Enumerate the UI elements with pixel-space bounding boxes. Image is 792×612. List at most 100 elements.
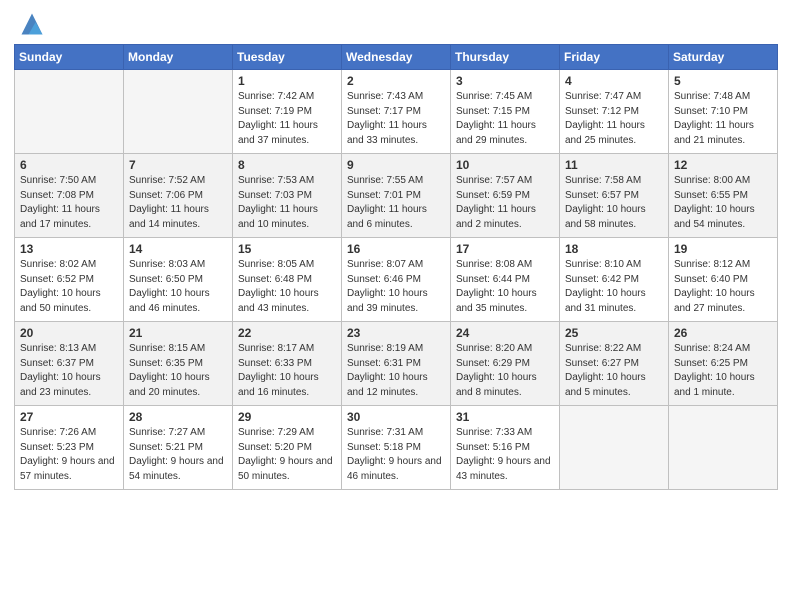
day-info: Sunrise: 7:48 AM Sunset: 7:10 PM Dayligh… <box>674 90 772 148</box>
day-number: 16 <box>347 242 445 256</box>
calendar-cell: 15 Sunrise: 8:05 AM Sunset: 6:48 PM Dayl… <box>233 238 342 322</box>
day-number: 5 <box>674 74 772 88</box>
calendar-cell: 21 Sunrise: 8:15 AM Sunset: 6:35 PM Dayl… <box>124 322 233 406</box>
calendar-cell: 3 Sunrise: 7:45 AM Sunset: 7:15 PM Dayli… <box>451 70 560 154</box>
day-info: Sunrise: 8:15 AM Sunset: 6:35 PM Dayligh… <box>129 342 227 400</box>
day-number: 31 <box>456 410 554 424</box>
week-row-3: 13 Sunrise: 8:02 AM Sunset: 6:52 PM Dayl… <box>15 238 778 322</box>
day-number: 13 <box>20 242 118 256</box>
day-info: Sunrise: 8:00 AM Sunset: 6:55 PM Dayligh… <box>674 174 772 232</box>
weekday-header-tuesday: Tuesday <box>233 45 342 70</box>
day-info: Sunrise: 8:19 AM Sunset: 6:31 PM Dayligh… <box>347 342 445 400</box>
calendar-cell <box>560 406 669 490</box>
day-number: 21 <box>129 326 227 340</box>
calendar-cell: 12 Sunrise: 8:00 AM Sunset: 6:55 PM Dayl… <box>669 154 778 238</box>
day-number: 12 <box>674 158 772 172</box>
day-number: 14 <box>129 242 227 256</box>
calendar-cell: 20 Sunrise: 8:13 AM Sunset: 6:37 PM Dayl… <box>15 322 124 406</box>
weekday-row: SundayMondayTuesdayWednesdayThursdayFrid… <box>15 45 778 70</box>
logo <box>14 10 46 38</box>
calendar-cell: 16 Sunrise: 8:07 AM Sunset: 6:46 PM Dayl… <box>342 238 451 322</box>
calendar-cell: 19 Sunrise: 8:12 AM Sunset: 6:40 PM Dayl… <box>669 238 778 322</box>
calendar-cell: 11 Sunrise: 7:58 AM Sunset: 6:57 PM Dayl… <box>560 154 669 238</box>
day-number: 23 <box>347 326 445 340</box>
page: SundayMondayTuesdayWednesdayThursdayFrid… <box>0 0 792 612</box>
day-info: Sunrise: 8:07 AM Sunset: 6:46 PM Dayligh… <box>347 258 445 316</box>
weekday-header-monday: Monday <box>124 45 233 70</box>
day-number: 9 <box>347 158 445 172</box>
day-info: Sunrise: 8:12 AM Sunset: 6:40 PM Dayligh… <box>674 258 772 316</box>
day-info: Sunrise: 8:03 AM Sunset: 6:50 PM Dayligh… <box>129 258 227 316</box>
calendar-cell: 10 Sunrise: 7:57 AM Sunset: 6:59 PM Dayl… <box>451 154 560 238</box>
day-info: Sunrise: 7:45 AM Sunset: 7:15 PM Dayligh… <box>456 90 554 148</box>
day-number: 17 <box>456 242 554 256</box>
week-row-4: 20 Sunrise: 8:13 AM Sunset: 6:37 PM Dayl… <box>15 322 778 406</box>
day-number: 11 <box>565 158 663 172</box>
calendar-cell: 9 Sunrise: 7:55 AM Sunset: 7:01 PM Dayli… <box>342 154 451 238</box>
calendar-cell: 27 Sunrise: 7:26 AM Sunset: 5:23 PM Dayl… <box>15 406 124 490</box>
day-number: 19 <box>674 242 772 256</box>
calendar-cell: 13 Sunrise: 8:02 AM Sunset: 6:52 PM Dayl… <box>15 238 124 322</box>
weekday-header-thursday: Thursday <box>451 45 560 70</box>
calendar-cell: 14 Sunrise: 8:03 AM Sunset: 6:50 PM Dayl… <box>124 238 233 322</box>
day-info: Sunrise: 7:26 AM Sunset: 5:23 PM Dayligh… <box>20 426 118 484</box>
day-info: Sunrise: 7:27 AM Sunset: 5:21 PM Dayligh… <box>129 426 227 484</box>
day-number: 26 <box>674 326 772 340</box>
day-number: 7 <box>129 158 227 172</box>
day-number: 3 <box>456 74 554 88</box>
day-number: 4 <box>565 74 663 88</box>
day-info: Sunrise: 7:50 AM Sunset: 7:08 PM Dayligh… <box>20 174 118 232</box>
header <box>14 10 778 38</box>
week-row-1: 1 Sunrise: 7:42 AM Sunset: 7:19 PM Dayli… <box>15 70 778 154</box>
day-info: Sunrise: 7:42 AM Sunset: 7:19 PM Dayligh… <box>238 90 336 148</box>
week-row-2: 6 Sunrise: 7:50 AM Sunset: 7:08 PM Dayli… <box>15 154 778 238</box>
calendar-cell: 4 Sunrise: 7:47 AM Sunset: 7:12 PM Dayli… <box>560 70 669 154</box>
calendar-header: SundayMondayTuesdayWednesdayThursdayFrid… <box>15 45 778 70</box>
day-number: 15 <box>238 242 336 256</box>
day-number: 8 <box>238 158 336 172</box>
day-number: 30 <box>347 410 445 424</box>
day-info: Sunrise: 7:43 AM Sunset: 7:17 PM Dayligh… <box>347 90 445 148</box>
day-info: Sunrise: 8:10 AM Sunset: 6:42 PM Dayligh… <box>565 258 663 316</box>
day-number: 10 <box>456 158 554 172</box>
day-number: 18 <box>565 242 663 256</box>
day-number: 27 <box>20 410 118 424</box>
calendar-body: 1 Sunrise: 7:42 AM Sunset: 7:19 PM Dayli… <box>15 70 778 490</box>
day-info: Sunrise: 8:13 AM Sunset: 6:37 PM Dayligh… <box>20 342 118 400</box>
calendar-cell: 29 Sunrise: 7:29 AM Sunset: 5:20 PM Dayl… <box>233 406 342 490</box>
calendar-cell: 26 Sunrise: 8:24 AM Sunset: 6:25 PM Dayl… <box>669 322 778 406</box>
day-number: 2 <box>347 74 445 88</box>
day-number: 25 <box>565 326 663 340</box>
day-info: Sunrise: 8:20 AM Sunset: 6:29 PM Dayligh… <box>456 342 554 400</box>
calendar-cell: 31 Sunrise: 7:33 AM Sunset: 5:16 PM Dayl… <box>451 406 560 490</box>
calendar-cell: 7 Sunrise: 7:52 AM Sunset: 7:06 PM Dayli… <box>124 154 233 238</box>
calendar-cell: 1 Sunrise: 7:42 AM Sunset: 7:19 PM Dayli… <box>233 70 342 154</box>
weekday-header-friday: Friday <box>560 45 669 70</box>
calendar-cell: 30 Sunrise: 7:31 AM Sunset: 5:18 PM Dayl… <box>342 406 451 490</box>
calendar-cell: 25 Sunrise: 8:22 AM Sunset: 6:27 PM Dayl… <box>560 322 669 406</box>
weekday-header-sunday: Sunday <box>15 45 124 70</box>
day-info: Sunrise: 7:33 AM Sunset: 5:16 PM Dayligh… <box>456 426 554 484</box>
day-info: Sunrise: 7:52 AM Sunset: 7:06 PM Dayligh… <box>129 174 227 232</box>
day-info: Sunrise: 8:22 AM Sunset: 6:27 PM Dayligh… <box>565 342 663 400</box>
day-info: Sunrise: 7:31 AM Sunset: 5:18 PM Dayligh… <box>347 426 445 484</box>
calendar-cell: 18 Sunrise: 8:10 AM Sunset: 6:42 PM Dayl… <box>560 238 669 322</box>
calendar-cell <box>669 406 778 490</box>
calendar-cell: 5 Sunrise: 7:48 AM Sunset: 7:10 PM Dayli… <box>669 70 778 154</box>
calendar-cell <box>15 70 124 154</box>
logo-icon <box>18 10 46 38</box>
day-info: Sunrise: 8:08 AM Sunset: 6:44 PM Dayligh… <box>456 258 554 316</box>
calendar-table: SundayMondayTuesdayWednesdayThursdayFrid… <box>14 44 778 490</box>
day-number: 22 <box>238 326 336 340</box>
calendar-cell: 23 Sunrise: 8:19 AM Sunset: 6:31 PM Dayl… <box>342 322 451 406</box>
day-number: 24 <box>456 326 554 340</box>
day-info: Sunrise: 8:24 AM Sunset: 6:25 PM Dayligh… <box>674 342 772 400</box>
weekday-header-wednesday: Wednesday <box>342 45 451 70</box>
day-info: Sunrise: 7:58 AM Sunset: 6:57 PM Dayligh… <box>565 174 663 232</box>
day-info: Sunrise: 7:47 AM Sunset: 7:12 PM Dayligh… <box>565 90 663 148</box>
day-info: Sunrise: 8:02 AM Sunset: 6:52 PM Dayligh… <box>20 258 118 316</box>
day-number: 1 <box>238 74 336 88</box>
day-info: Sunrise: 8:17 AM Sunset: 6:33 PM Dayligh… <box>238 342 336 400</box>
week-row-5: 27 Sunrise: 7:26 AM Sunset: 5:23 PM Dayl… <box>15 406 778 490</box>
day-info: Sunrise: 8:05 AM Sunset: 6:48 PM Dayligh… <box>238 258 336 316</box>
